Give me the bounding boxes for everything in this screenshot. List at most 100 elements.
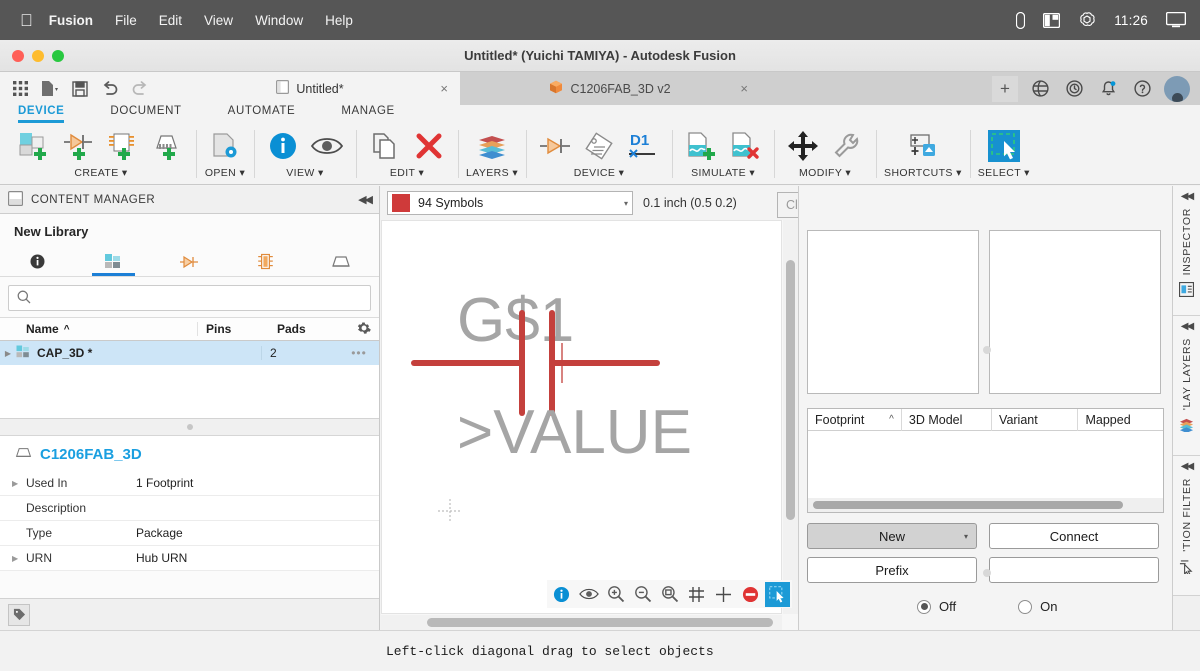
split-view-icon[interactable] (1043, 12, 1061, 28)
row-more-actions[interactable]: ••• (339, 346, 379, 360)
collapse-icon[interactable]: ◀◀ (1181, 321, 1194, 332)
footprint-table-scrollbar[interactable] (808, 498, 1163, 512)
menu-item-file[interactable]: File (115, 13, 137, 28)
layers-stack-icon[interactable] (1178, 417, 1195, 435)
menu-item-view[interactable]: View (204, 13, 233, 28)
ribbon-group-label[interactable]: VIEW ▾ (286, 167, 323, 179)
search-input[interactable] (37, 291, 362, 305)
new-button[interactable]: New ▾ (807, 523, 977, 549)
visibility-tool[interactable] (576, 582, 601, 607)
undo-icon[interactable] (98, 77, 122, 101)
grid-tool[interactable] (684, 582, 709, 607)
ribbon-group-label[interactable]: MODIFY ▾ (799, 167, 851, 179)
symbol-pin-icon[interactable] (534, 126, 576, 166)
ribbon-group-label[interactable]: SELECT ▾ (978, 167, 1030, 179)
prefix-input[interactable] (989, 557, 1159, 583)
wrench-tool-icon[interactable] (826, 126, 868, 166)
add-simulation-icon[interactable] (680, 126, 722, 166)
panel-splitter[interactable] (0, 419, 379, 435)
tab-untitled[interactable]: Untitled* × (160, 72, 460, 105)
keyboard-shortcut-icon[interactable] (902, 126, 944, 166)
close-tab-icon[interactable]: × (740, 81, 748, 96)
new-document-icon[interactable] (38, 77, 62, 101)
ribbon-group-label[interactable]: LAYERS ▾ (466, 167, 518, 179)
detail-row-urn[interactable]: ▶ URN Hub URN (0, 546, 379, 571)
menu-item-edit[interactable]: Edit (159, 13, 182, 28)
search-box[interactable] (8, 285, 371, 311)
tag-icon[interactable] (8, 603, 30, 626)
edge-tab-inspector[interactable]: ◀◀ INSPECTOR (1173, 186, 1200, 316)
move-arrows-icon[interactable] (782, 126, 824, 166)
radio-on-control[interactable] (1018, 599, 1033, 614)
prefix-d1-icon[interactable]: D1 (622, 126, 664, 166)
layers-stack-icon[interactable] (471, 126, 513, 166)
collapse-icon[interactable]: ◀◀ (1181, 191, 1194, 202)
help-globe-icon[interactable] (1028, 77, 1052, 101)
symbol-preview[interactable] (807, 230, 979, 394)
radio-on[interactable]: On (1018, 599, 1057, 614)
ribbon-group-label[interactable]: SIMULATE ▾ (691, 167, 755, 179)
expand-icon[interactable]: ▶ (12, 554, 26, 563)
zoom-in-tool[interactable] (603, 582, 628, 607)
crosshair-tool[interactable] (711, 582, 736, 607)
openai-icon[interactable] (1078, 11, 1096, 29)
inspector-icon[interactable] (1179, 282, 1195, 300)
packages3d-tab[interactable] (303, 247, 379, 276)
menu-item-fusion[interactable]: Fusion (49, 13, 93, 28)
symbols-tab[interactable] (152, 247, 228, 276)
ribbon-group-label[interactable]: SHORTCUTS ▾ (884, 167, 962, 179)
radio-off[interactable]: Off (917, 599, 956, 614)
tab-c1206fab-3d[interactable]: C1206FAB_3D v2 × (460, 72, 760, 105)
grid-apps-icon[interactable] (8, 77, 32, 101)
radio-off-control[interactable] (917, 599, 931, 614)
save-icon[interactable] (68, 77, 92, 101)
ribbon-tab-document[interactable]: DOCUMENT (110, 105, 181, 120)
help-question-icon[interactable] (1130, 77, 1154, 101)
collapse-left-icon[interactable]: ◀◀ (358, 193, 373, 206)
ribbon-group-label[interactable]: CREATE ▾ (74, 167, 127, 179)
layer-selector[interactable]: 94 Symbols ▾ (387, 191, 633, 215)
new-symbol-icon[interactable] (58, 126, 100, 166)
ribbon-group-label[interactable]: EDIT ▾ (390, 167, 424, 179)
table-row[interactable]: ▶ CAP_3D * 2 ••• (0, 341, 379, 365)
stop-tool[interactable] (738, 582, 763, 607)
notifications-bell-icon[interactable] (1096, 77, 1120, 101)
info-tool[interactable] (549, 582, 574, 607)
new-3dpackage-icon[interactable] (146, 126, 188, 166)
edge-tab-display-layers[interactable]: ◀◀ 'LAY LAYERS (1173, 316, 1200, 456)
remove-simulation-icon[interactable] (724, 126, 766, 166)
ribbon-tab-manage[interactable]: MANAGE (341, 105, 394, 120)
chevron-down-icon[interactable]: ▾ (964, 532, 968, 541)
close-tab-icon[interactable]: × (440, 81, 448, 96)
edge-tab-selection-filter[interactable]: ◀◀ 'TION FILTER (1173, 456, 1200, 596)
prefix-button[interactable]: Prefix (807, 557, 977, 583)
zoom-out-tool[interactable] (630, 582, 655, 607)
apple-icon[interactable]:  (20, 12, 33, 29)
footprint-table[interactable]: Footprint ^ 3D Model Variant Mapped (807, 408, 1164, 513)
column-header-3d-model[interactable]: 3D Model (902, 408, 993, 431)
info-icon[interactable] (262, 126, 304, 166)
menu-item-help[interactable]: Help (325, 13, 353, 28)
expand-row-icon[interactable]: ▶ (0, 349, 16, 358)
collapse-icon[interactable]: ◀◀ (1181, 461, 1194, 472)
devices-tab[interactable] (227, 247, 303, 276)
info-tab[interactable] (0, 247, 76, 276)
recent-clock-icon[interactable] (1062, 77, 1086, 101)
expand-icon[interactable]: ▶ (12, 479, 26, 488)
canvas-horizontal-scrollbar[interactable] (381, 615, 782, 630)
table-splitter-grip[interactable] (983, 569, 991, 577)
column-header-footprint[interactable]: Footprint ^ (808, 408, 902, 431)
ribbon-tab-automate[interactable]: AUTOMATE (228, 105, 296, 120)
select-tool[interactable] (765, 581, 790, 607)
canvas-vertical-scrollbar[interactable] (783, 220, 798, 614)
column-header-pads[interactable]: Pads (275, 322, 349, 336)
open-document-icon[interactable] (204, 126, 246, 166)
column-header-variant[interactable]: Variant (992, 408, 1079, 431)
column-header-name[interactable]: Name ^ (0, 322, 197, 336)
redo-icon[interactable] (128, 77, 152, 101)
preview-splitter-grip[interactable] (983, 346, 991, 354)
column-header-pins[interactable]: Pins (197, 322, 275, 336)
menu-item-window[interactable]: Window (255, 13, 303, 28)
detail-row-description[interactable]: Description (0, 496, 379, 521)
account-avatar-icon[interactable] (1164, 75, 1190, 102)
